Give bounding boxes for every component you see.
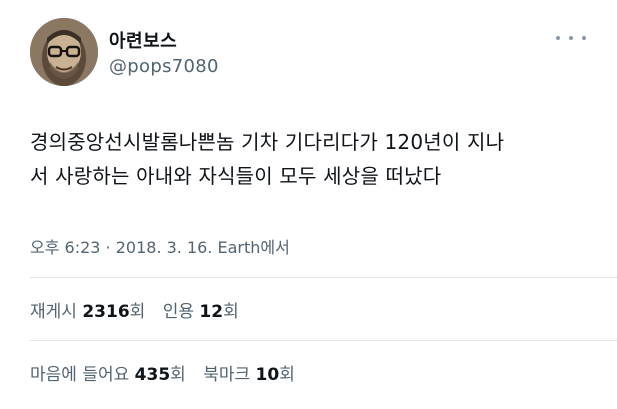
quotes-count: 12 <box>199 302 224 322</box>
likes-unit: 회 <box>170 365 186 385</box>
bookmarks-stat[interactable]: 북마크 10회 <box>203 365 295 385</box>
more-dot <box>569 36 573 40</box>
tweet-time[interactable]: 오후 6:23 <box>30 238 100 257</box>
retweets-stat[interactable]: 재게시 2316회 <box>30 302 151 322</box>
avatar-image <box>30 18 98 86</box>
likes-count: 435 <box>134 365 171 385</box>
tweet-card: 아련보스 @pops7080 경의중앙선시발롬나쁜놈 기차 기다리다가 120년… <box>0 0 617 409</box>
quotes-label: 인용 <box>162 302 194 322</box>
stats-row-likes: 마음에 들어요 435회 북마크 10회 <box>30 360 307 385</box>
tweet-meta: 오후 6:23 · 2018. 3. 16. Earth에서 <box>30 234 290 258</box>
likes-stat[interactable]: 마음에 들어요 435회 <box>30 365 191 385</box>
quotes-stat[interactable]: 인용 12회 <box>163 302 239 322</box>
divider <box>30 277 617 278</box>
retweets-unit: 회 <box>129 302 146 322</box>
more-horizontal-icon[interactable] <box>556 31 586 45</box>
more-dot <box>556 36 560 40</box>
retweets-count: 2316 <box>82 302 130 322</box>
tweet-date[interactable]: 2018. 3. 16. <box>116 238 213 257</box>
quotes-unit: 회 <box>223 302 239 322</box>
avatar[interactable] <box>30 18 98 86</box>
retweets-label: 재게시 <box>30 302 77 322</box>
tweet-text: 경의중앙선시발롬나쁜놈 기차 기다리다가 120년이 지나 서 사랑하는 아내와… <box>30 125 600 193</box>
likes-label: 마음에 들어요 <box>30 365 130 385</box>
stats-row-reposts: 재게시 2316회 인용 12회 <box>30 297 251 322</box>
more-dot <box>582 36 586 40</box>
tweet-source: Earth <box>217 238 261 257</box>
user-handle[interactable]: @pops7080 <box>109 56 219 77</box>
divider <box>30 340 617 341</box>
tweet-text-line: 경의중앙선시발롬나쁜놈 기차 기다리다가 120년이 지나 <box>30 130 505 154</box>
tweet-text-line: 서 사랑하는 아내와 자식들이 모두 세상을 떠났다 <box>30 164 442 188</box>
display-name[interactable]: 아련보스 <box>109 27 177 53</box>
tweet-source-suffix: 에서 <box>260 238 290 257</box>
bookmarks-count: 10 <box>255 365 280 385</box>
bookmarks-label: 북마크 <box>203 365 251 385</box>
meta-separator: · <box>100 238 116 257</box>
bookmarks-unit: 회 <box>279 365 295 385</box>
